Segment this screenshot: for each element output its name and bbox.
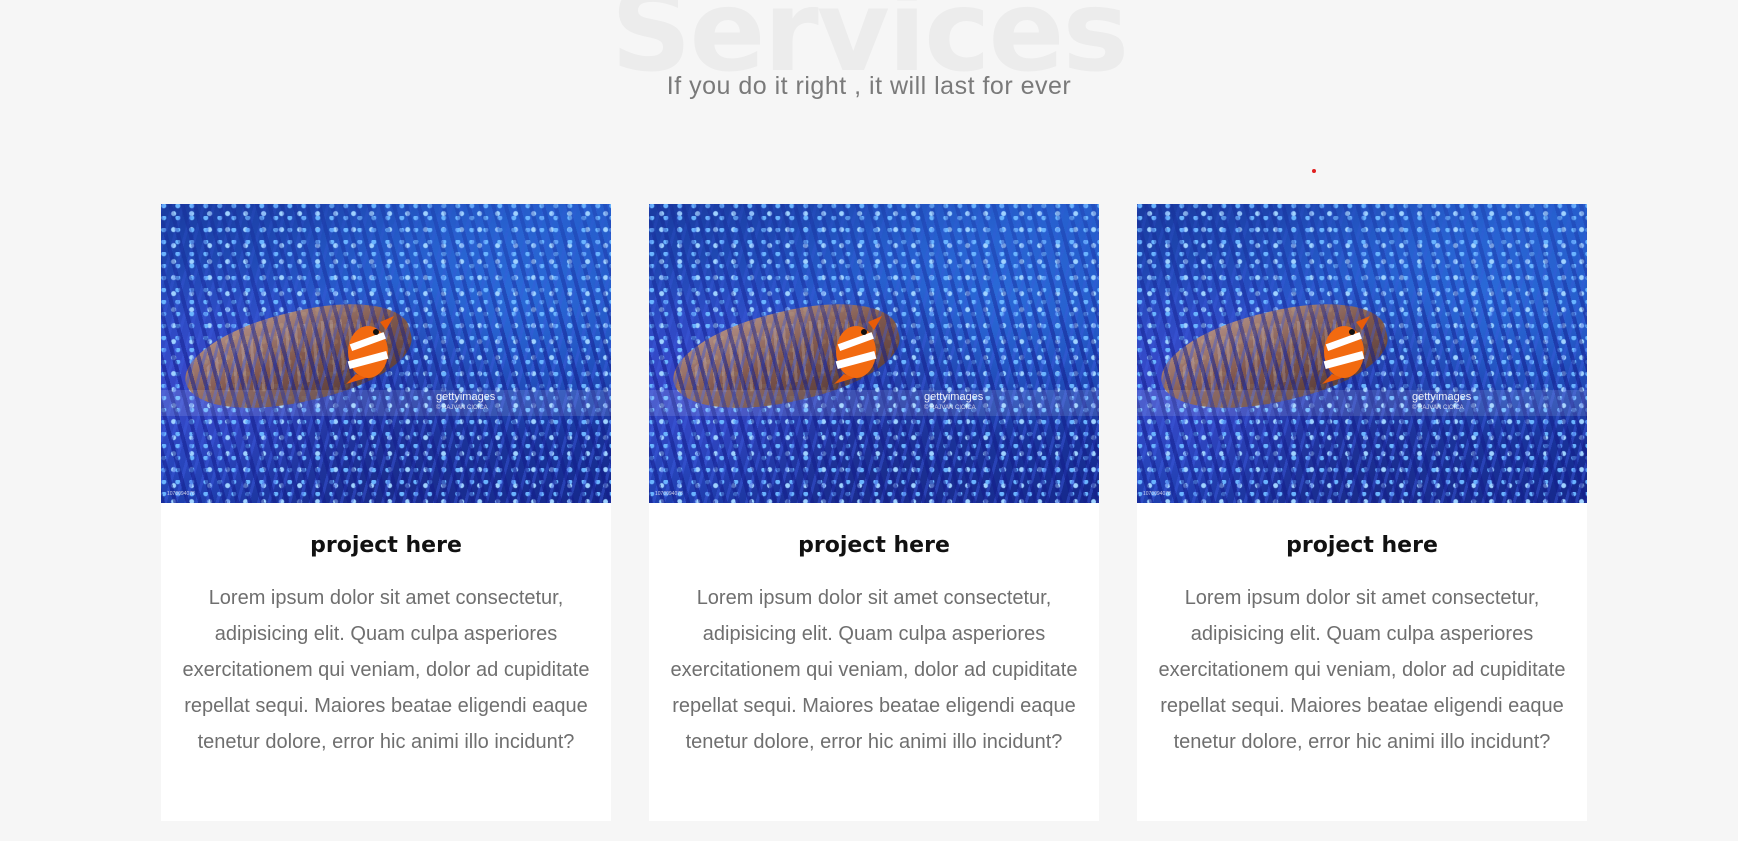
card-title: project here: [1286, 533, 1438, 558]
clownfish-anemone-image: gettyimages © RAJVAN CIOICA 1070094078: [1137, 204, 1587, 503]
project-card[interactable]: gettyimages © RAJVAN CIOICA 1070094078 p…: [161, 204, 611, 821]
services-section: Services If you do it right , it will la…: [0, 0, 1738, 841]
watermark-band: [161, 390, 611, 416]
accent-dot: [1312, 169, 1316, 173]
image-stock-id: 1070094078: [167, 491, 195, 497]
watermark-credit: © RAJVAN CIOICA: [436, 405, 488, 411]
clownfish-icon: [346, 316, 394, 384]
watermark-band: [1137, 390, 1587, 416]
watermark-credit: © RAJVAN CIOICA: [924, 405, 976, 411]
project-card[interactable]: gettyimages © RAJVAN CIOICA 1070094078 p…: [649, 204, 1099, 821]
watermark-brand: gettyimages: [436, 391, 496, 403]
clownfish-anemone-image: gettyimages © RAJVAN CIOICA 1070094078: [649, 204, 1099, 503]
clownfish-icon: [834, 316, 882, 384]
card-title: project here: [798, 533, 950, 558]
clownfish-icon: [1322, 316, 1370, 384]
card-description: Lorem ipsum dolor sit amet consectetur, …: [1158, 587, 1566, 753]
watermark-brand: gettyimages: [924, 391, 984, 403]
card-description: Lorem ipsum dolor sit amet consectetur, …: [670, 587, 1078, 753]
section-subtitle: If you do it right , it will last for ev…: [666, 72, 1072, 100]
watermark-credit: © RAJVAN CIOICA: [1412, 405, 1464, 411]
project-card[interactable]: gettyimages © RAJVAN CIOICA 1070094078 p…: [1137, 204, 1587, 821]
image-watermark: gettyimages © RAJVAN CIOICA: [924, 391, 984, 412]
watermark-brand: gettyimages: [1412, 391, 1472, 403]
image-stock-id: 1070094078: [1143, 491, 1171, 497]
watermark-band: [649, 390, 1099, 416]
image-stock-id: 1070094078: [655, 491, 683, 497]
card-description: Lorem ipsum dolor sit amet consectetur, …: [182, 587, 590, 753]
card-title: project here: [310, 533, 462, 558]
image-watermark: gettyimages © RAJVAN CIOICA: [436, 391, 496, 412]
clownfish-anemone-image: gettyimages © RAJVAN CIOICA 1070094078: [161, 204, 611, 503]
project-cards: gettyimages © RAJVAN CIOICA 1070094078 p…: [161, 204, 1587, 821]
image-watermark: gettyimages © RAJVAN CIOICA: [1412, 391, 1472, 412]
